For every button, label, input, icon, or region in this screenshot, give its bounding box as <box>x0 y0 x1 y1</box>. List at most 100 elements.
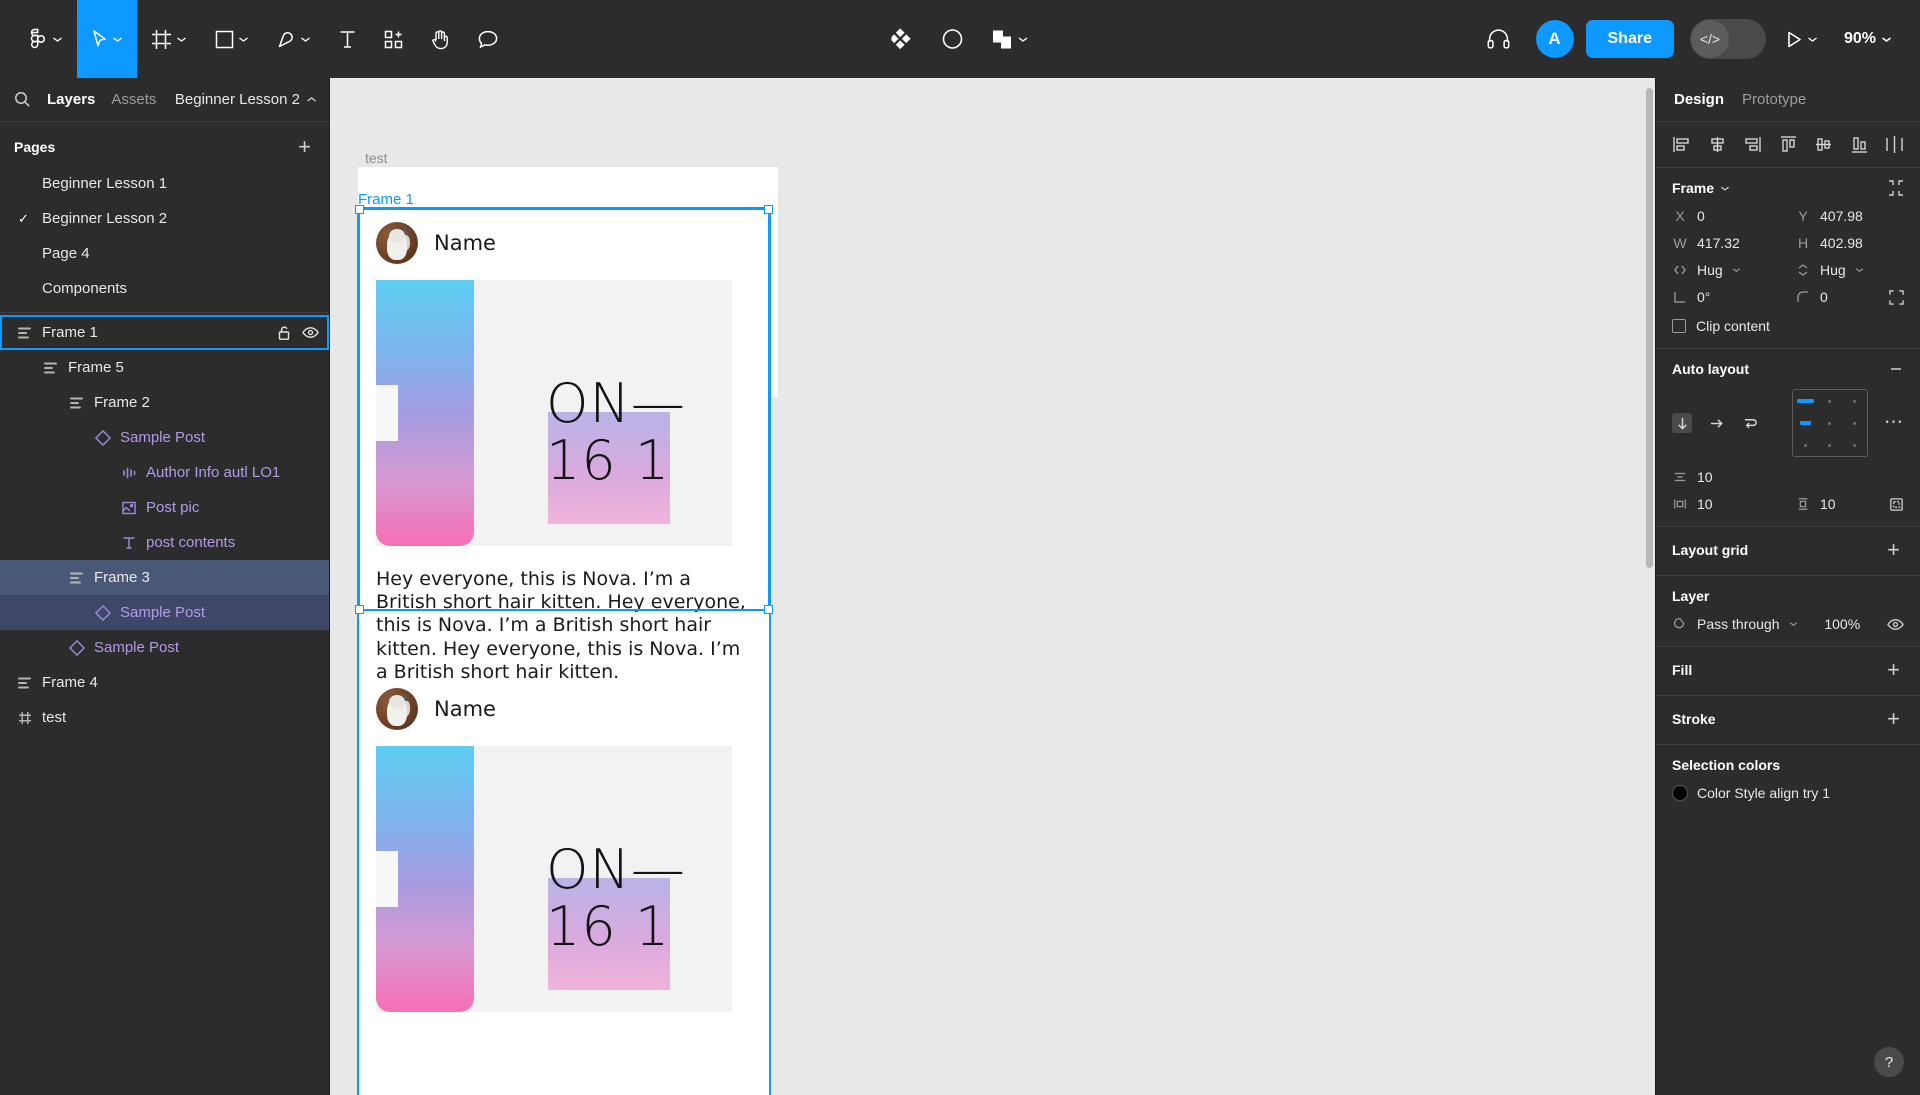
padding-vertical-icon <box>1795 497 1811 511</box>
clip-content-checkbox[interactable] <box>1672 319 1686 333</box>
padding-vertical-field[interactable]: 10 <box>1795 496 1836 512</box>
tab-prototype[interactable]: Prototype <box>1742 91 1806 108</box>
align-top-icon[interactable] <box>1779 135 1798 154</box>
layer-row[interactable]: Frame 2 <box>0 385 329 420</box>
auto-layout-vertical-icon <box>42 359 59 376</box>
dev-mode-toggle[interactable]: </> <box>1689 19 1766 59</box>
page-item-beginner-lesson-2[interactable]: ✓ Beginner Lesson 2 <box>0 201 329 236</box>
frame-label-frame1[interactable]: Frame 1 <box>358 191 414 208</box>
post-pic-text: ON— 16 1 <box>546 375 686 489</box>
layer-row[interactable]: Post pic <box>0 490 329 525</box>
layer-opacity-value[interactable]: 100% <box>1824 616 1860 632</box>
layer-row[interactable]: Frame 5 <box>0 350 329 385</box>
corner-radius-field[interactable]: 0 <box>1795 289 1828 305</box>
plus-icon[interactable]: + <box>1883 539 1904 561</box>
avatar[interactable]: A <box>1535 20 1574 58</box>
tab-layers[interactable]: Layers <box>47 91 95 108</box>
frame-1[interactable]: Name ON— 16 1 Hey everyone, this is Nova… <box>357 207 771 1095</box>
padding-icon[interactable] <box>1889 497 1904 512</box>
search-icon[interactable] <box>14 91 31 108</box>
clip-content-row[interactable]: Clip content <box>1672 318 1904 334</box>
plus-icon[interactable]: + <box>294 136 315 158</box>
align-vertical-center-icon[interactable] <box>1814 135 1833 154</box>
layer-row[interactable]: Frame 1 <box>0 315 329 350</box>
unlock-icon[interactable] <box>277 325 291 341</box>
horizontal-resizing-field[interactable]: Hug <box>1672 262 1781 278</box>
vertical-resizing-field[interactable]: Hug <box>1795 262 1904 278</box>
alignment-pad-bar1 <box>1796 399 1814 403</box>
w-field[interactable]: W 417.32 <box>1672 235 1781 251</box>
canvas-vertical-scrollbar[interactable] <box>1646 88 1653 568</box>
eye-icon[interactable] <box>302 325 319 340</box>
plugins-icon[interactable] <box>878 0 928 78</box>
page-item-components[interactable]: Components <box>0 271 329 306</box>
rotation-field[interactable]: 0° <box>1672 289 1781 305</box>
layer-row[interactable]: test <box>0 700 329 735</box>
share-button[interactable]: Share <box>1585 20 1674 58</box>
zoom-control[interactable]: 90% <box>1830 30 1902 48</box>
wrap-icon[interactable] <box>1740 413 1760 433</box>
plus-icon[interactable]: + <box>1883 659 1904 681</box>
components-tool-icon[interactable] <box>370 0 417 78</box>
layer-row[interactable]: Author Info autl LO1 <box>0 455 329 490</box>
collapse-icon[interactable] <box>1888 180 1904 196</box>
w-label: W <box>1673 235 1687 251</box>
gap-field[interactable]: 10 <box>1672 469 1781 485</box>
eye-icon[interactable] <box>1887 617 1904 632</box>
play-icon <box>1788 31 1801 47</box>
arrow-down-icon[interactable] <box>1672 413 1692 433</box>
layer-row[interactable]: Frame 4 <box>0 665 329 700</box>
page-item-beginner-lesson-1[interactable]: Beginner Lesson 1 <box>0 166 329 201</box>
x-field[interactable]: X0 <box>1672 208 1781 224</box>
present-button[interactable] <box>1770 0 1826 78</box>
align-bottom-icon[interactable] <box>1850 135 1869 154</box>
align-right-icon[interactable] <box>1743 135 1762 154</box>
contrast-icon[interactable] <box>928 0 978 78</box>
chevron-up-icon <box>307 97 316 102</box>
distribute-icon[interactable] <box>1885 135 1904 154</box>
more-options-icon[interactable]: ⋯ <box>1884 413 1904 433</box>
tab-assets[interactable]: Assets <box>111 91 156 108</box>
blend-mode-field[interactable]: Pass through <box>1672 616 1798 632</box>
align-left-icon[interactable] <box>1672 135 1691 154</box>
tab-design[interactable]: Design <box>1674 91 1724 108</box>
frame-position-size-grid: X0 Y 407.98 W 417.32 H 402.98 Hug Hug 0°… <box>1672 208 1904 305</box>
alignment-toolbar <box>1656 122 1920 168</box>
design-canvas[interactable]: test Frame 1 Name ON— 16 1 Hey everyone,… <box>330 78 1655 1095</box>
layer-row[interactable]: Frame 3 <box>0 560 329 595</box>
arrow-right-icon[interactable] <box>1706 413 1726 433</box>
chevron-down-icon <box>1789 622 1797 626</box>
layer-row-label: Author Info autl LO1 <box>146 464 281 481</box>
page-item-page-4[interactable]: Page 4 <box>0 236 329 271</box>
align-horizontal-center-icon[interactable] <box>1708 135 1727 154</box>
move-tool-icon[interactable] <box>77 0 137 78</box>
file-name-menu[interactable]: Beginner Lesson 2 <box>175 91 317 108</box>
layer-row[interactable]: Sample Post <box>0 420 329 455</box>
chevron-down-icon[interactable] <box>1720 185 1730 192</box>
headphones-icon[interactable] <box>1473 0 1524 78</box>
comment-tool-icon[interactable] <box>464 0 512 78</box>
shape-tool-icon[interactable] <box>201 0 263 78</box>
help-button[interactable]: ? <box>1874 1047 1904 1077</box>
layer-row[interactable]: Sample Post <box>0 630 329 665</box>
layer-blend-row: Pass through 100% <box>1672 616 1904 632</box>
selection-color-item[interactable]: Color Style align try 1 <box>1672 785 1904 801</box>
layer-row[interactable]: post contents <box>0 525 329 560</box>
plus-icon[interactable]: + <box>1883 708 1904 730</box>
pen-tool-icon[interactable] <box>263 0 325 78</box>
alignment-pad[interactable] <box>1792 389 1868 457</box>
hand-tool-icon[interactable] <box>417 0 464 78</box>
h-field[interactable]: H 402.98 <box>1795 235 1904 251</box>
layer-row-actions <box>277 325 319 341</box>
independent-corners-icon[interactable] <box>1889 289 1904 305</box>
text-tool-icon[interactable] <box>325 0 370 78</box>
minus-icon[interactable] <box>1888 361 1904 377</box>
y-field[interactable]: Y 407.98 <box>1795 208 1904 224</box>
boolean-union-icon[interactable] <box>978 0 1043 78</box>
padding-horizontal-field[interactable]: 10 <box>1672 496 1781 512</box>
layer-row[interactable]: Sample Post <box>0 595 329 630</box>
vertical-resize-value: Hug <box>1820 262 1846 278</box>
section-label-test[interactable]: test <box>365 150 388 166</box>
frame-tool-icon[interactable] <box>137 0 201 78</box>
figma-menu-icon[interactable] <box>14 0 77 78</box>
